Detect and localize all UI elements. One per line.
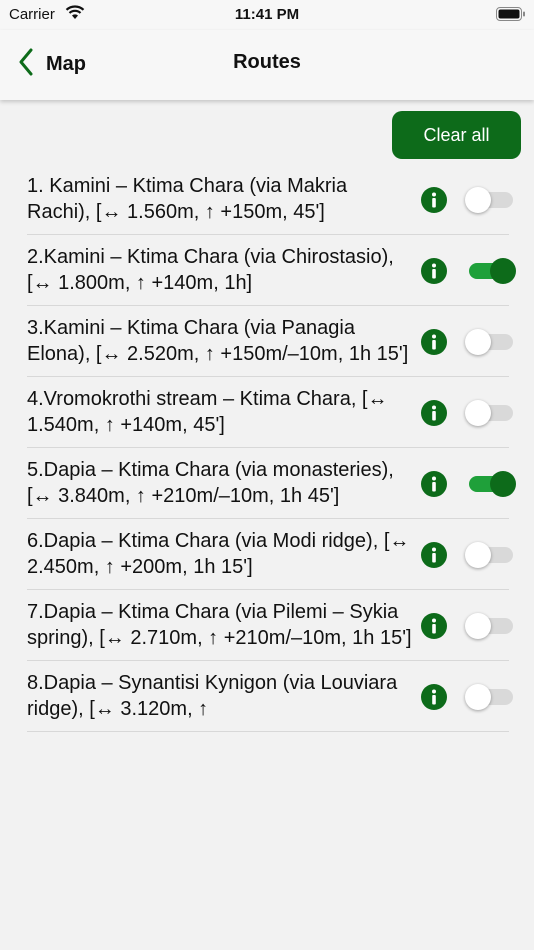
route-row[interactable]: 7.Dapia – Ktima Chara (via Pilemi – Syki… bbox=[0, 590, 534, 661]
info-icon[interactable] bbox=[421, 683, 447, 710]
route-title: 2.Kamini – Ktima Chara (via Chirostasio)… bbox=[27, 246, 394, 294]
route-toggle[interactable] bbox=[465, 470, 516, 497]
battery-icon bbox=[496, 7, 526, 21]
toggle-knob bbox=[490, 470, 516, 497]
toggle-knob bbox=[465, 683, 491, 710]
route-title: 3.Kamini – Ktima Chara (via Panagia Elon… bbox=[27, 317, 409, 365]
info-icon[interactable] bbox=[421, 399, 447, 426]
toggle-knob bbox=[465, 612, 491, 639]
route-row[interactable]: 1. Kamini – Ktima Chara (via Makria Rach… bbox=[0, 164, 534, 235]
route-toggle[interactable] bbox=[465, 399, 516, 426]
toggle-knob bbox=[465, 399, 491, 426]
toggle-knob bbox=[465, 541, 491, 568]
route-row[interactable]: 8.Dapia – Synantisi Kynigon (via Louviar… bbox=[0, 661, 534, 732]
route-toggle[interactable] bbox=[465, 683, 516, 710]
route-title: 5.Dapia – Ktima Chara (via monasteries),… bbox=[27, 459, 394, 507]
info-icon[interactable] bbox=[421, 328, 447, 355]
route-toggle[interactable] bbox=[465, 541, 516, 568]
route-title: 4.Vromokrothi stream – Ktima Chara, [↔ 1… bbox=[27, 388, 388, 436]
route-list: 1. Kamini – Ktima Chara (via Makria Rach… bbox=[0, 164, 534, 732]
route-row[interactable]: 5.Dapia – Ktima Chara (via monasteries),… bbox=[0, 448, 534, 519]
toggle-knob bbox=[465, 328, 491, 355]
route-row[interactable]: 3.Kamini – Ktima Chara (via Panagia Elon… bbox=[0, 306, 534, 377]
row-divider bbox=[27, 731, 509, 732]
route-toggle[interactable] bbox=[465, 612, 516, 639]
info-icon[interactable] bbox=[421, 541, 447, 568]
route-row[interactable]: 4.Vromokrothi stream – Ktima Chara, [↔ 1… bbox=[0, 377, 534, 448]
info-icon[interactable] bbox=[421, 257, 447, 284]
routes-content[interactable]: Clear all 1. Kamini – Ktima Chara (via M… bbox=[0, 100, 534, 950]
route-row[interactable]: 6.Dapia – Ktima Chara (via Modi ridge), … bbox=[0, 519, 534, 590]
navigation-bar: Map Routes bbox=[0, 30, 534, 100]
route-title: 8.Dapia – Synantisi Kynigon (via Louviar… bbox=[27, 672, 398, 720]
info-icon[interactable] bbox=[421, 612, 447, 639]
toggle-knob bbox=[490, 257, 516, 284]
route-title: 1. Kamini – Ktima Chara (via Makria Rach… bbox=[27, 175, 348, 223]
page-title: Routes bbox=[233, 51, 301, 73]
toggle-knob bbox=[465, 186, 491, 213]
route-title: 7.Dapia – Ktima Chara (via Pilemi – Syki… bbox=[27, 601, 412, 649]
route-toggle[interactable] bbox=[465, 257, 516, 284]
route-title: 6.Dapia – Ktima Chara (via Modi ridge), … bbox=[27, 530, 410, 578]
route-toggle[interactable] bbox=[465, 186, 516, 213]
info-icon[interactable] bbox=[421, 470, 447, 497]
route-toggle[interactable] bbox=[465, 328, 516, 355]
status-bar: Carrier 11:41 PM bbox=[0, 0, 534, 30]
info-icon[interactable] bbox=[421, 186, 447, 213]
clear-all-button[interactable]: Clear all bbox=[392, 111, 521, 159]
status-time: 11:41 PM bbox=[234, 6, 300, 23]
route-row[interactable]: 2.Kamini – Ktima Chara (via Chirostasio)… bbox=[0, 235, 534, 306]
